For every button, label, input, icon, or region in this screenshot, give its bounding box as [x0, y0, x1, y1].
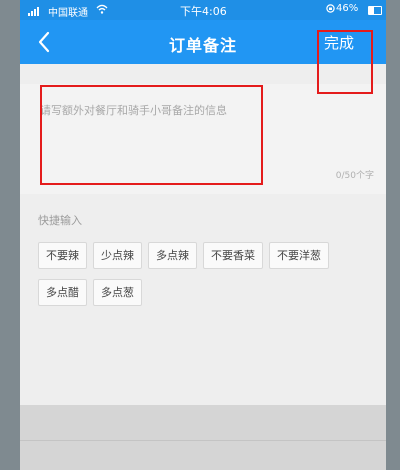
- phone-screen: 中国联通 下午4:06 46% 订单备注 完成 0/50个字 快捷输入 不要辣少…: [20, 0, 386, 470]
- char-counter: 0/50个字: [335, 171, 374, 181]
- quick-input-chip[interactable]: 少点辣: [93, 242, 142, 269]
- navigation-bar: 订单备注 完成: [20, 20, 386, 64]
- quick-input-chip[interactable]: 多点葱: [93, 279, 142, 306]
- bottom-area: [20, 405, 386, 470]
- note-input-area: 0/50个字: [20, 84, 386, 194]
- signal-icon: [28, 5, 40, 16]
- quick-input-title: 快捷输入: [38, 214, 82, 227]
- quick-input-chip[interactable]: 多点辣: [148, 242, 197, 269]
- status-time: 下午4:06: [180, 5, 227, 18]
- note-input[interactable]: [38, 100, 372, 174]
- divider: [20, 440, 386, 441]
- carrier-name: 中国联通: [48, 8, 88, 19]
- quick-input-chip[interactable]: 多点醋: [38, 279, 87, 306]
- rotation-lock-icon: [326, 3, 335, 17]
- quick-input-chip[interactable]: 不要辣: [38, 242, 87, 269]
- quick-input-chip[interactable]: 不要香菜: [203, 242, 263, 269]
- battery-percent: 46%: [336, 3, 359, 14]
- done-button[interactable]: 完成: [324, 32, 354, 53]
- status-bar: 中国联通 下午4:06 46%: [20, 0, 386, 20]
- battery-icon: [368, 6, 382, 15]
- quick-input-options: 不要辣 少点辣 多点辣 不要香菜 不要洋葱多点醋 多点葱: [38, 242, 378, 316]
- quick-input-chip[interactable]: 不要洋葱: [269, 242, 329, 269]
- wifi-icon: [96, 3, 108, 18]
